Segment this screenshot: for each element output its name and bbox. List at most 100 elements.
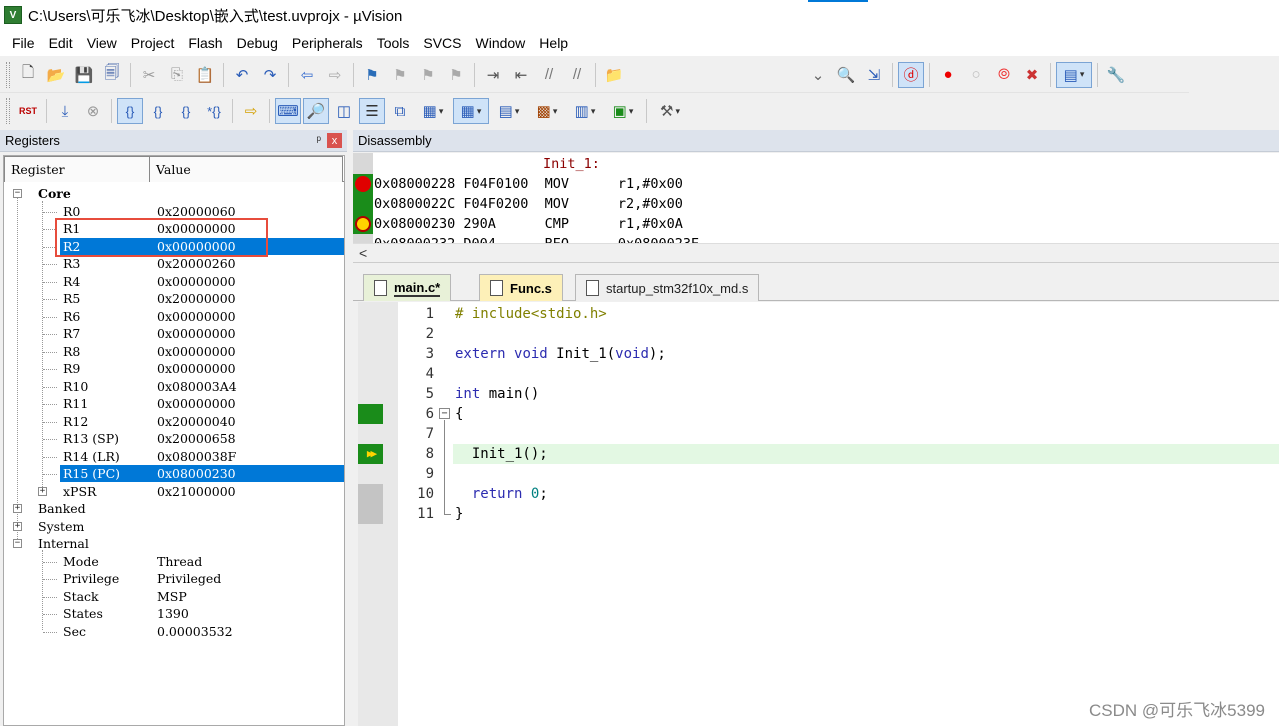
- register-row[interactable]: R7 0x00000000: [4, 325, 344, 343]
- menu-debug[interactable]: Debug: [230, 35, 285, 51]
- configure-icon[interactable]: 🔧: [1103, 62, 1129, 88]
- tab-main-c[interactable]: main.c*: [363, 274, 452, 301]
- undo-icon[interactable]: ↶: [229, 62, 255, 88]
- disassembly-line[interactable]: 0x0800022C F04F0200 MOV r2,#0x00: [374, 194, 683, 214]
- disassembly-hscrollbar[interactable]: <: [353, 243, 1279, 263]
- bookmark-clear-icon[interactable]: ⚑: [443, 62, 469, 88]
- code-line[interactable]: 6{: [358, 404, 1279, 424]
- column-value[interactable]: Value: [150, 156, 343, 182]
- register-value[interactable]: 0x20000658: [157, 431, 236, 446]
- save-icon[interactable]: 💾: [71, 62, 97, 88]
- menu-flash[interactable]: Flash: [181, 35, 229, 51]
- tab-func-s[interactable]: Func.s: [479, 274, 563, 301]
- watch-window-icon[interactable]: ▦: [415, 98, 451, 124]
- menu-file[interactable]: File: [5, 35, 42, 51]
- register-row[interactable]: R8 0x00000000: [4, 343, 344, 361]
- collapse-icon[interactable]: −: [13, 539, 22, 548]
- tree-node-internal[interactable]: − Internal: [4, 535, 344, 553]
- internal-row[interactable]: States 1390: [4, 605, 344, 623]
- column-register[interactable]: Register: [4, 156, 150, 182]
- nav-forward-icon[interactable]: ⇨: [322, 62, 348, 88]
- internal-row[interactable]: Sec 0.00003532: [4, 623, 344, 641]
- system-viewer-icon[interactable]: ▣: [605, 98, 641, 124]
- register-value[interactable]: 0x20000040: [157, 414, 236, 429]
- incremental-find-icon[interactable]: ⇲: [861, 62, 887, 88]
- collapse-icon[interactable]: −: [13, 189, 22, 198]
- internal-row[interactable]: Stack MSP: [4, 588, 344, 606]
- reset-icon[interactable]: RST: [15, 98, 41, 124]
- register-value[interactable]: 0x00000000: [157, 309, 236, 324]
- code-line[interactable]: 11}: [358, 504, 1279, 524]
- expand-icon[interactable]: +: [13, 521, 22, 531]
- tab-startup-s[interactable]: startup_stm32f10x_md.s: [575, 274, 760, 301]
- copy-icon[interactable]: ⎘: [164, 62, 190, 88]
- find-in-files-icon[interactable]: 📁: [601, 62, 627, 88]
- menu-window[interactable]: Window: [469, 35, 533, 51]
- code-line[interactable]: 7: [358, 424, 1279, 444]
- step-out-icon[interactable]: {}: [173, 98, 199, 124]
- disassembly-view[interactable]: Init_1: 0x08000228 F04F0100 MOV r1,#0x00…: [353, 153, 1279, 243]
- menu-project[interactable]: Project: [124, 35, 182, 51]
- register-value[interactable]: 0x00000000: [157, 326, 236, 341]
- register-value[interactable]: 0x080003A4: [157, 379, 237, 394]
- pin-icon[interactable]: ᵖ: [316, 133, 321, 147]
- toolbar-grip[interactable]: [6, 61, 10, 88]
- register-row-selected[interactable]: R2 0x00000000: [4, 238, 344, 256]
- open-icon[interactable]: 📂: [43, 62, 69, 88]
- disassembly-line[interactable]: 0x08000228 F04F0100 MOV r1,#0x00: [374, 174, 683, 194]
- unindent-icon[interactable]: ⇤: [508, 62, 534, 88]
- disassembly-window-icon[interactable]: 🔎: [303, 98, 329, 124]
- register-row[interactable]: + xPSR 0x21000000: [4, 483, 344, 501]
- menu-svcs[interactable]: SVCS: [416, 35, 468, 51]
- bookmark-next-icon[interactable]: ⚑: [415, 62, 441, 88]
- select-target-icon[interactable]: ⌄: [805, 62, 831, 88]
- code-line[interactable]: 1 # include<stdio.h>: [358, 304, 1279, 324]
- show-next-statement-icon[interactable]: ⇨: [238, 98, 264, 124]
- register-value[interactable]: 0x0800038F: [157, 449, 236, 464]
- register-row[interactable]: R0 0x20000060: [4, 203, 344, 221]
- breakpoint-icon[interactable]: ●: [935, 62, 961, 88]
- code-line[interactable]: 9: [358, 464, 1279, 484]
- disassembly-line[interactable]: 0x08000232 D004 BEQ 0x0800023E: [374, 234, 699, 243]
- internal-row[interactable]: Privilege Privileged: [4, 570, 344, 588]
- register-row[interactable]: R11 0x00000000: [4, 395, 344, 413]
- uncomment-icon[interactable]: //: [564, 62, 590, 88]
- register-row[interactable]: R14 (LR) 0x0800038F: [4, 448, 344, 466]
- breakpoint-icon[interactable]: [355, 176, 371, 192]
- register-row[interactable]: R4 0x00000000: [4, 273, 344, 291]
- command-window-icon[interactable]: ⌨: [275, 98, 301, 124]
- register-value[interactable]: 0x20000000: [157, 291, 236, 306]
- toolbar-grip[interactable]: [6, 98, 10, 124]
- menu-help[interactable]: Help: [532, 35, 575, 51]
- redo-icon[interactable]: ↷: [257, 62, 283, 88]
- disable-all-breakpoints-icon[interactable]: ⦾: [991, 62, 1017, 88]
- debug-session-icon[interactable]: ⓓ: [898, 61, 924, 88]
- menu-edit[interactable]: Edit: [42, 35, 80, 51]
- register-row-selected[interactable]: R15 (PC) 0x08000230: [4, 465, 344, 483]
- code-line[interactable]: 5 int main(): [358, 384, 1279, 404]
- indent-icon[interactable]: ⇥: [480, 62, 506, 88]
- register-value[interactable]: 0x00000000: [157, 274, 236, 289]
- comment-icon[interactable]: //: [536, 62, 562, 88]
- code-line[interactable]: 4: [358, 364, 1279, 384]
- save-all-icon[interactable]: 🗐: [99, 62, 125, 88]
- kill-all-breakpoints-icon[interactable]: ✖: [1019, 62, 1045, 88]
- symbols-window-icon[interactable]: ◫: [331, 98, 357, 124]
- code-line-current[interactable]: 8 Init_1();: [358, 444, 1279, 464]
- menu-tools[interactable]: Tools: [370, 35, 417, 51]
- register-row[interactable]: R3 0x20000260: [4, 255, 344, 273]
- nav-back-icon[interactable]: ⇦: [294, 62, 320, 88]
- expand-icon[interactable]: +: [13, 504, 22, 513]
- register-value[interactable]: 0x00000000: [157, 396, 236, 411]
- trace-window-icon[interactable]: ▥: [567, 98, 603, 124]
- disable-breakpoint-icon[interactable]: ○: [963, 62, 989, 88]
- tree-node-system[interactable]: + System: [4, 518, 344, 536]
- register-row[interactable]: R6 0x00000000: [4, 308, 344, 326]
- code-line[interactable]: 2: [358, 324, 1279, 344]
- cut-icon[interactable]: ✂: [136, 62, 162, 88]
- step-over-icon[interactable]: {}: [145, 98, 171, 124]
- register-row[interactable]: R13 (SP) 0x20000658: [4, 430, 344, 448]
- close-icon[interactable]: x: [327, 133, 342, 148]
- register-value[interactable]: 0x21000000: [157, 484, 236, 499]
- scroll-left-arrow[interactable]: <: [359, 245, 367, 261]
